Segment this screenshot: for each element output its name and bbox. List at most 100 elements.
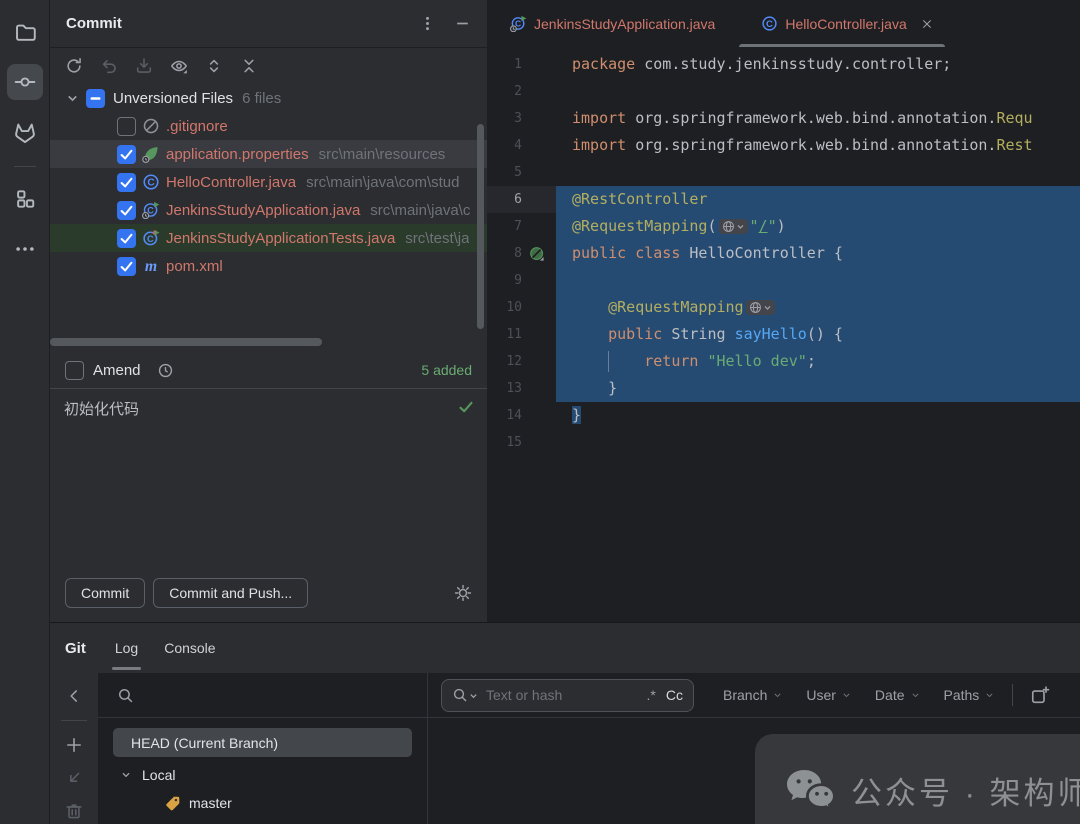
file-checkbox[interactable] bbox=[117, 145, 136, 164]
filter-label: Paths bbox=[944, 687, 980, 703]
chevron-down-icon bbox=[64, 90, 81, 107]
more-icon[interactable] bbox=[7, 231, 43, 267]
changed-file-row[interactable]: CJenkinsStudyApplicationTests.javasrc\te… bbox=[50, 224, 487, 252]
code-line[interactable]: 15 bbox=[487, 429, 1080, 456]
code-text: package com.study.jenkinsstudy.controlle… bbox=[556, 51, 1080, 78]
toolbar-separator bbox=[1012, 684, 1013, 706]
changed-file-row[interactable]: application.properties src\main\resources bbox=[50, 140, 487, 168]
refresh-icon[interactable] bbox=[65, 57, 83, 75]
apply-patch-icon[interactable] bbox=[135, 57, 153, 75]
filter-label: Date bbox=[875, 687, 905, 703]
code-line[interactable]: 6@RestController bbox=[487, 186, 1080, 213]
project-folder-icon[interactable] bbox=[7, 14, 43, 50]
code-line[interactable]: 11 public String sayHello() { bbox=[487, 321, 1080, 348]
file-checkbox[interactable] bbox=[117, 117, 136, 136]
commit-panel-header: Commit bbox=[50, 0, 487, 48]
code-line[interactable]: 12 return "Hello dev"; bbox=[487, 348, 1080, 375]
horizontal-scrollbar[interactable] bbox=[50, 338, 322, 346]
url-mapping-inlay[interactable] bbox=[719, 219, 748, 234]
gutter: 5 bbox=[487, 159, 556, 186]
tab-console[interactable]: Console bbox=[151, 623, 228, 673]
chevron-down-icon bbox=[984, 690, 995, 701]
commit-and-push-button[interactable]: Commit and Push... bbox=[153, 578, 308, 608]
url-mapping-inlay[interactable] bbox=[746, 300, 775, 315]
editor-tab-HelloController.java[interactable]: CHelloController.java bbox=[751, 0, 942, 47]
vertical-scrollbar[interactable] bbox=[477, 124, 484, 329]
watermark: 公众号 · 架构师 bbox=[755, 734, 1080, 824]
code-line[interactable]: 9 bbox=[487, 267, 1080, 294]
gutter: 7 bbox=[487, 213, 556, 240]
open-new-tab-icon[interactable] bbox=[1030, 685, 1050, 705]
code-line[interactable]: 3import org.springframework.web.bind.ann… bbox=[487, 105, 1080, 132]
unversioned-files-group[interactable]: Unversioned Files 6 files bbox=[50, 84, 487, 112]
code-line[interactable]: 1package com.study.jenkinsstudy.controll… bbox=[487, 51, 1080, 78]
chevron-left-icon[interactable] bbox=[65, 687, 83, 705]
structure-icon[interactable] bbox=[7, 181, 43, 217]
file-checkbox[interactable] bbox=[117, 173, 136, 192]
code-line[interactable]: 2 bbox=[487, 78, 1080, 105]
file-path: src\main\resources bbox=[319, 146, 446, 163]
filter-date[interactable]: Date bbox=[875, 687, 921, 703]
file-checkbox[interactable] bbox=[117, 229, 136, 248]
file-checkbox[interactable] bbox=[117, 201, 136, 220]
line-number: 14 bbox=[487, 402, 522, 429]
regex-toggle[interactable]: .* bbox=[647, 687, 656, 703]
branch-search-row[interactable] bbox=[98, 673, 427, 718]
code-line[interactable]: 8public class HelloController { bbox=[487, 240, 1080, 267]
code-line[interactable]: 14} bbox=[487, 402, 1080, 429]
tab-log[interactable]: Log bbox=[102, 623, 151, 673]
more-options-icon[interactable] bbox=[419, 15, 436, 32]
undo-icon[interactable] bbox=[100, 57, 118, 75]
commit-button[interactable]: Commit bbox=[65, 578, 145, 608]
git-tab-bar: Git Log Console bbox=[50, 623, 1080, 673]
filter-label: User bbox=[806, 687, 836, 703]
amend-row: Amend 5 added bbox=[50, 352, 487, 388]
branch-head-item[interactable]: HEAD (Current Branch) bbox=[113, 728, 412, 757]
code-text bbox=[556, 429, 1080, 456]
code-line[interactable]: 5 bbox=[487, 159, 1080, 186]
filter-user[interactable]: User bbox=[806, 687, 852, 703]
code-text: public class HelloController { bbox=[556, 240, 1080, 267]
gutter: 14 bbox=[487, 402, 556, 429]
amend-checkbox[interactable] bbox=[65, 361, 84, 380]
branch-group-local[interactable]: Local bbox=[98, 761, 427, 789]
file-name: application.properties bbox=[166, 146, 309, 163]
gear-icon[interactable] bbox=[454, 584, 472, 602]
branch-item-master[interactable]: master bbox=[98, 789, 427, 817]
code-line[interactable]: 10 @RequestMapping bbox=[487, 294, 1080, 321]
incoming-commits-icon[interactable] bbox=[65, 769, 83, 787]
code-editor[interactable]: 1package com.study.jenkinsstudy.controll… bbox=[487, 47, 1080, 622]
hide-panel-icon[interactable] bbox=[454, 15, 471, 32]
code-line[interactable]: 13 } bbox=[487, 375, 1080, 402]
changed-file-row[interactable]: mpom.xml bbox=[50, 252, 487, 280]
group-checkbox[interactable] bbox=[86, 89, 105, 108]
filter-paths[interactable]: Paths bbox=[944, 687, 996, 703]
add-icon[interactable] bbox=[65, 736, 83, 754]
bean-gutter-icon[interactable] bbox=[522, 246, 552, 262]
code-line[interactable]: 4import org.springframework.web.bind.ann… bbox=[487, 132, 1080, 159]
eye-icon[interactable] bbox=[170, 57, 188, 75]
line-number: 10 bbox=[487, 294, 522, 321]
expand-all-icon[interactable] bbox=[205, 57, 223, 75]
history-icon[interactable] bbox=[157, 362, 174, 379]
filter-branch[interactable]: Branch bbox=[723, 687, 783, 703]
changed-file-row[interactable]: CHelloController.javasrc\main\java\com\s… bbox=[50, 168, 487, 196]
commit-icon[interactable] bbox=[7, 64, 43, 100]
commit-message-field[interactable]: 初始化代码 bbox=[50, 388, 487, 564]
search-options-icon[interactable] bbox=[452, 687, 478, 703]
file-checkbox[interactable] bbox=[117, 257, 136, 276]
gutter: 6 bbox=[487, 186, 556, 213]
gitlab-icon[interactable] bbox=[7, 114, 43, 150]
close-icon[interactable] bbox=[921, 18, 933, 30]
collapse-all-icon[interactable] bbox=[240, 57, 258, 75]
changed-file-row[interactable]: CJenkinsStudyApplication.javasrc\main\ja… bbox=[50, 196, 487, 224]
chevron-down-icon bbox=[910, 690, 921, 701]
line-number: 7 bbox=[487, 213, 522, 240]
chevron-down-icon bbox=[772, 690, 783, 701]
changed-file-row[interactable]: .gitignore bbox=[50, 112, 487, 140]
code-line[interactable]: 7@RequestMapping("/") bbox=[487, 213, 1080, 240]
delete-icon[interactable] bbox=[65, 802, 83, 820]
editor-tab-JenkinsStudyApplication.java[interactable]: CJenkinsStudyApplication.java bbox=[500, 0, 725, 47]
log-search-field[interactable]: Text or hash .* Cc bbox=[441, 679, 694, 712]
match-case-toggle[interactable]: Cc bbox=[666, 687, 683, 703]
